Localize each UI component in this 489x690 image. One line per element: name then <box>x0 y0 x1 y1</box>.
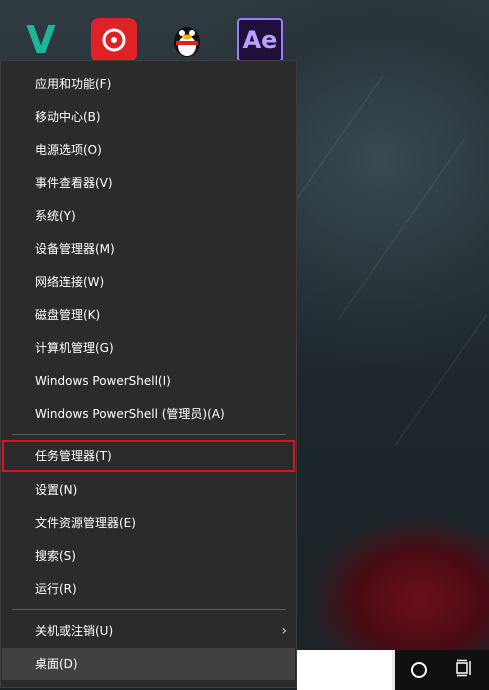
menu-item-label: 关机或注销(U) <box>35 624 114 638</box>
menu-item-network-connections[interactable]: 网络连接(W) <box>2 266 295 298</box>
v-app-icon[interactable]: V <box>18 18 64 62</box>
menu-item-mobility-center[interactable]: 移动中心(B) <box>2 101 295 133</box>
menu-item-event-viewer[interactable]: 事件查看器(V) <box>2 167 295 199</box>
menu-item-power-options[interactable]: 电源选项(O) <box>2 134 295 166</box>
menu-item-task-manager[interactable]: 任务管理器(T) <box>2 440 295 472</box>
qq-icon[interactable] <box>164 18 210 62</box>
menu-item-file-explorer[interactable]: 文件资源管理器(E) <box>2 507 295 539</box>
netease-music-icon[interactable] <box>91 18 137 62</box>
menu-separator <box>12 434 286 435</box>
taskbar-search-box[interactable] <box>297 650 392 690</box>
menu-item-computer-management[interactable]: 计算机管理(G) <box>2 332 295 364</box>
menu-item-settings[interactable]: 设置(N) <box>2 474 295 506</box>
menu-item-shutdown-signout[interactable]: 关机或注销(U) › <box>2 615 295 647</box>
desktop-icons: V Ae <box>18 18 283 62</box>
menu-item-disk-management[interactable]: 磁盘管理(K) <box>2 299 295 331</box>
menu-item-powershell-admin[interactable]: Windows PowerShell (管理员)(A) <box>2 398 295 430</box>
cortana-circle-icon[interactable] <box>411 662 427 678</box>
menu-item-desktop[interactable]: 桌面(D) <box>2 648 295 680</box>
menu-separator <box>12 609 286 610</box>
after-effects-icon[interactable]: Ae <box>237 18 283 62</box>
menu-item-apps-features[interactable]: 应用和功能(F) <box>2 68 295 100</box>
task-view-icon[interactable] <box>455 659 473 677</box>
menu-item-run[interactable]: 运行(R) <box>2 573 295 605</box>
taskbar-tray <box>395 650 489 690</box>
menu-item-powershell[interactable]: Windows PowerShell(I) <box>2 365 295 397</box>
winx-context-menu: 应用和功能(F) 移动中心(B) 电源选项(O) 事件查看器(V) 系统(Y) … <box>0 60 297 688</box>
chevron-right-icon: › <box>281 623 287 639</box>
menu-item-system[interactable]: 系统(Y) <box>2 200 295 232</box>
menu-item-search[interactable]: 搜索(S) <box>2 540 295 572</box>
menu-item-device-manager[interactable]: 设备管理器(M) <box>2 233 295 265</box>
